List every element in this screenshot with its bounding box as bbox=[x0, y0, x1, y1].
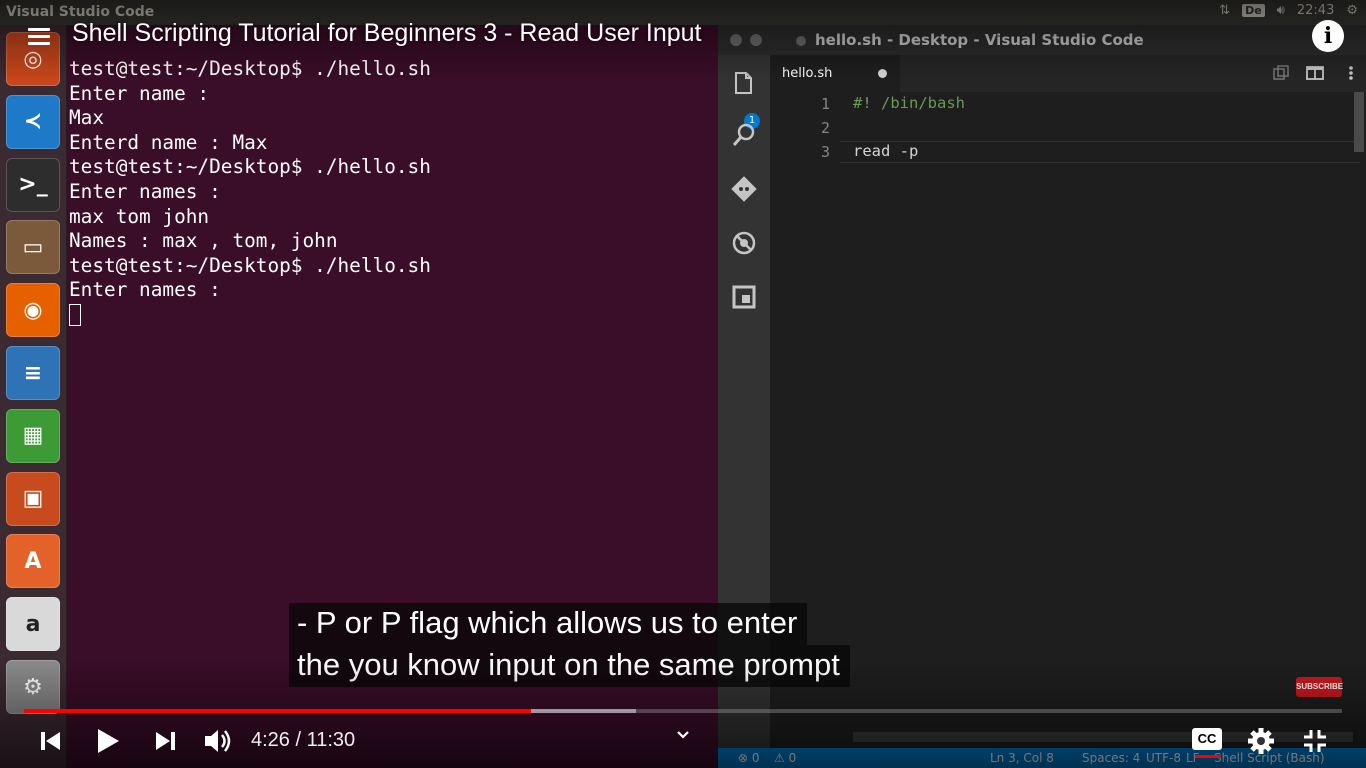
caption-line: the you know input on the same prompt bbox=[289, 645, 850, 687]
vscode-titlebar: hello.sh - Desktop - Visual Studio Code bbox=[718, 25, 1366, 55]
launcher-software-center-icon[interactable]: A bbox=[6, 534, 60, 589]
debug-icon[interactable] bbox=[730, 229, 758, 257]
explorer-icon[interactable] bbox=[730, 69, 758, 97]
terminal-line: test@test:~/Desktop$ ./hello.sh bbox=[69, 57, 431, 80]
terminal-line: max tom john bbox=[69, 204, 210, 228]
code-line: read -p bbox=[853, 142, 919, 160]
launcher-vscode-icon[interactable]: ≺ bbox=[6, 94, 60, 149]
volume-icon[interactable] bbox=[202, 726, 234, 756]
launcher-files-icon[interactable]: ▭ bbox=[6, 220, 60, 275]
terminal-line: test@test:~/Desktop$ ./hello.sh bbox=[69, 155, 431, 179]
editor-tab-bar: hello.sh bbox=[770, 55, 1366, 92]
window-dot-icon bbox=[796, 36, 806, 46]
terminal-line: Enter names : bbox=[69, 179, 221, 203]
line-number: 3 bbox=[820, 143, 830, 161]
tab-hello-sh[interactable]: hello.sh bbox=[770, 55, 900, 92]
launcher-firefox-icon[interactable]: ◉ bbox=[6, 283, 60, 338]
horizontal-scrollbar[interactable] bbox=[853, 732, 1353, 742]
terminal-cursor bbox=[69, 304, 81, 327]
terminal-line: Names : max , tom, john bbox=[69, 229, 338, 253]
cursor-position[interactable]: Ln 3, Col 8 bbox=[990, 751, 1054, 765]
power-gear-icon[interactable]: ⚙ bbox=[1346, 3, 1358, 18]
cc-label: CC bbox=[1197, 731, 1217, 746]
play-icon[interactable] bbox=[94, 726, 122, 756]
terminal-output: test@test:~/Desktop$ ./hello.sh Enter nam… bbox=[69, 57, 431, 328]
search-icon[interactable] bbox=[730, 121, 758, 149]
error-count[interactable]: ⊗ 0 bbox=[738, 751, 760, 765]
settings-gear-icon[interactable] bbox=[1246, 726, 1276, 756]
terminal-line: Enter names : bbox=[69, 278, 221, 302]
unsaved-dot-icon[interactable] bbox=[878, 69, 887, 78]
launcher-calc-icon[interactable]: ▦ bbox=[6, 408, 60, 463]
close-window-button[interactable] bbox=[730, 34, 742, 46]
line-ending[interactable]: LF bbox=[1186, 751, 1200, 765]
indentation-setting[interactable]: Spaces: 4 bbox=[1082, 751, 1140, 765]
launcher-impress-icon[interactable]: ▣ bbox=[6, 471, 60, 526]
time-display: 4:26 / 11:30 bbox=[251, 729, 356, 751]
launcher-amazon-icon[interactable]: a bbox=[6, 597, 60, 652]
launcher-terminal-icon[interactable]: >_ bbox=[6, 157, 60, 212]
previous-video-icon[interactable] bbox=[38, 726, 64, 756]
chevron-down-icon[interactable] bbox=[676, 730, 690, 740]
exit-fullscreen-icon[interactable] bbox=[1300, 726, 1330, 756]
network-transfer-icon[interactable]: ⇅ bbox=[1219, 3, 1230, 18]
code-editor[interactable]: 1 2 3 #! /bin/bash read -p bbox=[770, 92, 1366, 748]
launcher-system-settings-icon[interactable]: ⚙ bbox=[6, 660, 60, 714]
file-encoding[interactable]: UTF-8 bbox=[1146, 751, 1181, 765]
terminal-line: test@test:~/Desktop$ ./hello.sh bbox=[69, 253, 431, 277]
subscribe-watermark-button[interactable]: SUBSCRIBE bbox=[1296, 677, 1343, 697]
caption-line: - P or P flag which allows us to enter bbox=[289, 603, 808, 645]
video-captions: - P or P flag which allows us to enter t… bbox=[289, 603, 850, 687]
line-number: 1 bbox=[820, 95, 830, 113]
playlist-menu-icon[interactable] bbox=[28, 28, 50, 46]
source-control-icon[interactable] bbox=[730, 175, 758, 203]
tab-label: hello.sh bbox=[782, 66, 833, 81]
line-number: 2 bbox=[820, 119, 830, 137]
keyboard-layout-indicator[interactable]: De bbox=[1242, 4, 1265, 17]
vscode-window-title: hello.sh - Desktop - Visual Studio Code bbox=[815, 31, 1144, 49]
vertical-scrollbar[interactable] bbox=[1354, 92, 1364, 152]
terminal-line: Enter name : bbox=[69, 81, 210, 105]
more-actions-icon[interactable] bbox=[1342, 65, 1360, 81]
extensions-icon[interactable] bbox=[730, 283, 758, 311]
active-app-title: Visual Studio Code bbox=[6, 4, 155, 20]
warning-count[interactable]: ⚠ 0 bbox=[774, 751, 796, 765]
code-line: #! /bin/bash bbox=[853, 94, 965, 112]
minimize-window-button[interactable] bbox=[750, 34, 762, 46]
captions-button[interactable]: CC bbox=[1192, 728, 1222, 750]
captions-active-indicator bbox=[1195, 755, 1221, 758]
progress-bar[interactable] bbox=[24, 709, 1342, 713]
launcher-writer-icon[interactable]: ≡ bbox=[6, 346, 60, 400]
split-editor-icon[interactable] bbox=[1306, 65, 1324, 81]
progress-played bbox=[24, 709, 532, 713]
info-icon[interactable]: i bbox=[1312, 20, 1344, 52]
next-video-icon[interactable] bbox=[152, 726, 178, 756]
terminal-line: Enterd name : Max bbox=[69, 130, 268, 154]
system-tray: ⇅ De 🔊︎ 22:43 ⚙ bbox=[1219, 3, 1358, 18]
open-changes-icon[interactable] bbox=[1272, 65, 1290, 81]
video-title[interactable]: Shell Scripting Tutorial for Beginners 3… bbox=[72, 19, 701, 48]
volume-icon[interactable]: 🔊︎ bbox=[1277, 3, 1285, 18]
unity-launcher: ◎ ≺ >_ ▭ ◉ ≡ ▦ ▣ Aa ⚙ bbox=[0, 25, 67, 768]
clock[interactable]: 22:43 bbox=[1297, 3, 1334, 18]
terminal-line: Max bbox=[69, 106, 105, 130]
